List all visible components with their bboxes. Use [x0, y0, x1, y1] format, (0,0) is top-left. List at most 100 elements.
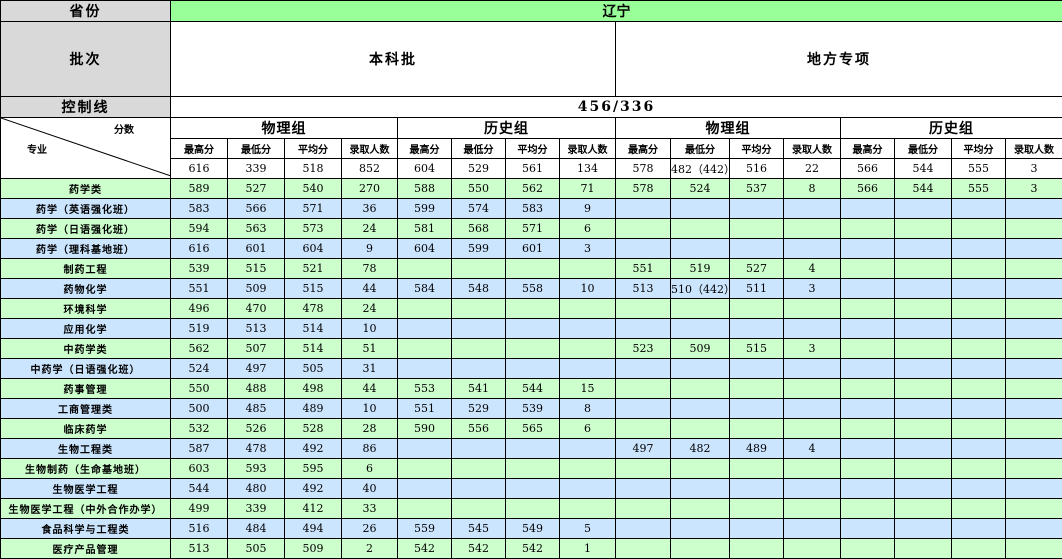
score-cell: 590 [398, 419, 452, 439]
score-cell: 593 [228, 459, 285, 479]
score-cell: 539 [506, 399, 560, 419]
score-cell: 485 [228, 399, 285, 419]
score-cell: 528 [285, 419, 342, 439]
score-cell [398, 479, 452, 499]
table-row: 药学（英语强化班）583566571365995745839 [1, 199, 1062, 219]
score-cell [560, 319, 616, 339]
score-cell: 509 [285, 539, 342, 559]
score-cell [1006, 299, 1062, 319]
score-cell: 527 [228, 179, 285, 199]
score-cell [784, 299, 841, 319]
score-cell [1006, 379, 1062, 399]
score-cell [730, 379, 784, 399]
score-cell: 551 [171, 279, 228, 299]
score-cell [452, 439, 506, 459]
score-cell [952, 279, 1006, 299]
score-cell [616, 319, 671, 339]
score-cell [841, 519, 895, 539]
score-cell: 595 [285, 459, 342, 479]
score-cell: 4 [784, 259, 841, 279]
score-cell [560, 259, 616, 279]
score-cell [895, 419, 952, 439]
table-row: 药事管理5504884984455354154415 [1, 379, 1062, 399]
score-cell: 511 [730, 279, 784, 299]
score-cell [1006, 439, 1062, 459]
score-cell [506, 459, 560, 479]
score-cell [1006, 459, 1062, 479]
score-cell [671, 239, 730, 259]
control-line-value: 456/336 [171, 97, 1062, 118]
score-cell [1006, 519, 1062, 539]
score-cell: 510（442） [671, 279, 730, 299]
score-cell: 616 [171, 239, 228, 259]
table-row: 中药学类562507514515235095153 [1, 339, 1062, 359]
score-cell [398, 319, 452, 339]
score-cell [1006, 279, 1062, 299]
score-cell [895, 499, 952, 519]
score-cell: 270 [342, 179, 398, 199]
score-cell [895, 399, 952, 419]
score-cell [895, 519, 952, 539]
score-cell: 412 [285, 499, 342, 519]
table-row: 食品科学与工程类516484494265595455495 [1, 519, 1062, 539]
table-row: 医疗产品管理51350550925425425421 [1, 539, 1062, 559]
total-cell: 22 [784, 159, 841, 179]
score-cell [452, 259, 506, 279]
score-cell: 515 [285, 279, 342, 299]
score-cell: 555 [952, 179, 1006, 199]
major-name: 医疗产品管理 [1, 539, 171, 559]
score-cell: 603 [171, 459, 228, 479]
total-cell: 482（442） [671, 159, 730, 179]
score-cell: 599 [452, 239, 506, 259]
score-cell: 549 [506, 519, 560, 539]
score-cell: 601 [506, 239, 560, 259]
table-row: 药物化学5515095154458454855810513510（442）511… [1, 279, 1062, 299]
score-cell [671, 499, 730, 519]
stat-header: 录取人数 [784, 139, 841, 159]
score-cell [784, 239, 841, 259]
score-cell: 565 [506, 419, 560, 439]
score-cell: 568 [452, 219, 506, 239]
score-cell [452, 479, 506, 499]
stat-header: 平均分 [285, 139, 342, 159]
score-cell: 540 [285, 179, 342, 199]
major-name: 药物化学 [1, 279, 171, 299]
total-cell: 561 [506, 159, 560, 179]
score-cell [895, 239, 952, 259]
score-cell [398, 299, 452, 319]
table-row: 生物制药（生命基地班）6035935956 [1, 459, 1062, 479]
score-cell: 604 [285, 239, 342, 259]
score-cell [452, 299, 506, 319]
score-cell [895, 299, 952, 319]
score-cell [784, 499, 841, 519]
score-cell [730, 419, 784, 439]
score-cell: 516 [171, 519, 228, 539]
table-row: 工商管理类500485489105515295398 [1, 399, 1062, 419]
score-cell: 541 [452, 379, 506, 399]
score-cell [506, 319, 560, 339]
score-cell [616, 539, 671, 559]
score-cell: 562 [506, 179, 560, 199]
score-cell [616, 199, 671, 219]
score-cell: 544 [895, 179, 952, 199]
score-cell [952, 479, 1006, 499]
score-cell [895, 439, 952, 459]
score-cell: 71 [560, 179, 616, 199]
score-cell [560, 499, 616, 519]
score-cell [616, 359, 671, 379]
score-cell [730, 539, 784, 559]
score-cell [952, 239, 1006, 259]
score-cell: 28 [342, 419, 398, 439]
score-cell [952, 219, 1006, 239]
score-cell: 513 [616, 279, 671, 299]
stat-header: 最高分 [616, 139, 671, 159]
major-name: 生物医学工程 [1, 479, 171, 499]
score-cell [1006, 339, 1062, 359]
score-cell [952, 439, 1006, 459]
score-cell [841, 299, 895, 319]
score-cell [398, 359, 452, 379]
score-cell: 588 [398, 179, 452, 199]
score-cell: 513 [171, 539, 228, 559]
score-cell [506, 439, 560, 459]
score-cell [952, 419, 1006, 439]
